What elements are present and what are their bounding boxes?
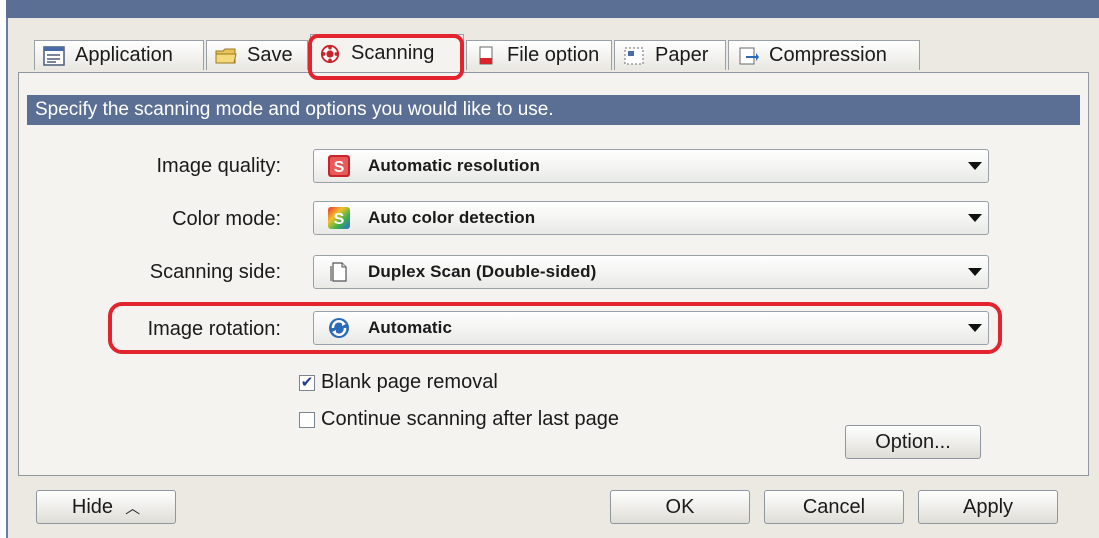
tab-save[interactable]: Save [206, 40, 308, 70]
color-mode-value: Auto color detection [368, 208, 536, 227]
checkbox-box[interactable]: ✔ [299, 374, 315, 391]
blank-page-removal-label: Blank page removal [321, 371, 498, 393]
chevron-down-icon [968, 268, 982, 276]
svg-text:S: S [334, 159, 345, 176]
tab-paper-label: Paper [655, 44, 709, 66]
hide-button[interactable]: Hide ︿ [36, 490, 176, 524]
window-left-edge [6, 18, 8, 538]
tab-file-option-label: File option [507, 44, 600, 66]
chevron-down-icon [968, 162, 982, 170]
scanning-side-label: Scanning side: [149, 261, 281, 283]
option-button-label: Option... [875, 430, 951, 453]
window-top-bar [6, 0, 1099, 18]
image-rotation-highlight [108, 302, 1002, 354]
tab-paper[interactable]: Paper [614, 40, 726, 70]
check-mark-icon: ✔ [300, 374, 314, 391]
instruction-banner: Specify the scanning mode and options yo… [27, 95, 1080, 125]
scanning-side-value: Duplex Scan (Double-sided) [368, 262, 597, 281]
checkbox-box[interactable] [299, 411, 315, 428]
cancel-button[interactable]: Cancel [764, 490, 904, 524]
continue-scanning-label: Continue scanning after last page [321, 408, 619, 430]
instruction-text: Specify the scanning mode and options yo… [35, 99, 554, 120]
red-s-icon: S [328, 155, 350, 177]
apply-button[interactable]: Apply [918, 490, 1058, 524]
document-icon [330, 262, 347, 282]
color-mode-label: Color mode: [172, 208, 281, 230]
hide-button-label: Hide [71, 495, 114, 518]
ok-button[interactable]: OK [610, 490, 750, 524]
application-icon [43, 45, 65, 66]
svg-text:S: S [334, 211, 345, 228]
color-mode-select[interactable]: S Auto color detection [313, 201, 989, 235]
chevron-up-icon: ︿ [125, 499, 141, 517]
tab-compression[interactable]: Compression [728, 40, 920, 70]
option-button[interactable]: Option... [845, 425, 981, 459]
continue-scanning-checkbox[interactable]: Continue scanning after last page [299, 408, 619, 431]
compression-icon [739, 47, 759, 64]
scanning-settings-panel: Specify the scanning mode and options yo… [18, 72, 1089, 476]
file-option-icon [479, 46, 493, 64]
tab-file-option[interactable]: File option [466, 40, 612, 70]
image-quality-label: Image quality: [156, 155, 281, 177]
apply-button-label: Apply [962, 495, 1014, 518]
tab-application[interactable]: Application [34, 40, 204, 70]
chevron-down-icon [968, 214, 982, 222]
paper-icon [624, 47, 644, 64]
tab-application-label: Application [75, 44, 173, 66]
scan-settings-window: Application Save Scanning File option Pa… [6, 0, 1099, 538]
scanning-tab-highlight [308, 34, 464, 80]
tab-save-label: Save [247, 44, 293, 66]
image-quality-value: Automatic resolution [368, 156, 541, 175]
color-s-icon: S [328, 207, 350, 229]
image-quality-select[interactable]: S Automatic resolution [313, 149, 989, 183]
blank-page-removal-checkbox[interactable]: ✔ Blank page removal [299, 371, 498, 394]
cancel-button-label: Cancel [802, 495, 866, 518]
scanning-side-select[interactable]: Duplex Scan (Double-sided) [313, 255, 989, 289]
tab-compression-label: Compression [769, 44, 887, 66]
ok-button-label: OK [665, 495, 695, 518]
folder-icon [215, 48, 237, 63]
